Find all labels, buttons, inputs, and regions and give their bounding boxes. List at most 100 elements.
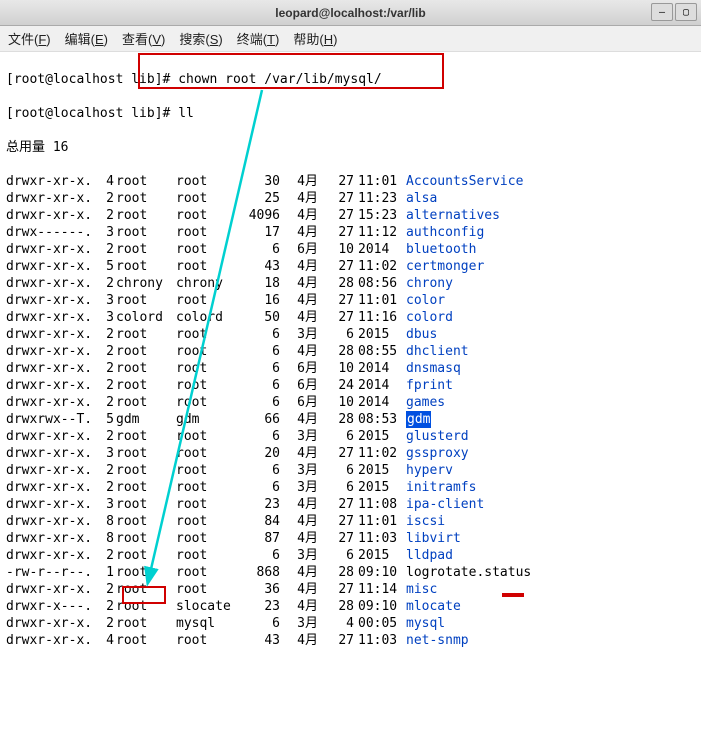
file-name: libvirt bbox=[406, 530, 461, 547]
owner: gdm bbox=[116, 411, 176, 428]
group: root bbox=[176, 360, 238, 377]
listing-row: drwxr-xr-x.2 rootroot66月24 2014fprint bbox=[6, 377, 695, 394]
perm: drwxr-xr-x. bbox=[6, 173, 94, 190]
day: 27 bbox=[318, 207, 358, 224]
month: 3月 bbox=[280, 428, 318, 445]
perm: drwxr-xr-x. bbox=[6, 479, 94, 496]
command: ll bbox=[178, 105, 194, 122]
file-name: AccountsService bbox=[406, 173, 523, 190]
group: root bbox=[176, 445, 238, 462]
file-name: dnsmasq bbox=[406, 360, 461, 377]
perm: drwxr-xr-x. bbox=[6, 343, 94, 360]
menu-item-v[interactable]: 查看(V) bbox=[122, 29, 165, 48]
day: 10 bbox=[318, 241, 358, 258]
terminal[interactable]: [root@localhost lib]# chown root /var/li… bbox=[0, 52, 701, 736]
owner: root bbox=[116, 598, 176, 615]
size: 25 bbox=[238, 190, 280, 207]
maximize-button[interactable]: ▢ bbox=[675, 3, 697, 21]
perm: drwxr-xr-x. bbox=[6, 428, 94, 445]
links: 3 bbox=[94, 224, 116, 241]
listing-row: drwxr-xr-x.2 rootmysql63月4 00:05mysql bbox=[6, 615, 695, 632]
owner: root bbox=[116, 581, 176, 598]
size: 36 bbox=[238, 581, 280, 598]
listing-row: drwxr-xr-x.2 rootroot63月6 2015initramfs bbox=[6, 479, 695, 496]
listing-row: drwxr-xr-x.3 rootroot204月27 11:02gssprox… bbox=[6, 445, 695, 462]
owner: root bbox=[116, 377, 176, 394]
links: 2 bbox=[94, 581, 116, 598]
links: 2 bbox=[94, 394, 116, 411]
size: 6 bbox=[238, 377, 280, 394]
links: 2 bbox=[94, 190, 116, 207]
month: 4月 bbox=[280, 275, 318, 292]
listing-row: drwxr-xr-x.2 rootroot66月10 2014bluetooth bbox=[6, 241, 695, 258]
menu-item-e[interactable]: 编辑(E) bbox=[65, 29, 108, 48]
file-name: certmonger bbox=[406, 258, 484, 275]
time: 08:56 bbox=[358, 275, 406, 292]
perm: drwxr-xr-x. bbox=[6, 547, 94, 564]
menu-item-h[interactable]: 帮助(H) bbox=[293, 29, 337, 48]
month: 3月 bbox=[280, 547, 318, 564]
size: 6 bbox=[238, 394, 280, 411]
links: 8 bbox=[94, 530, 116, 547]
time: 11:08 bbox=[358, 496, 406, 513]
perm: drwxr-xr-x. bbox=[6, 496, 94, 513]
listing-row: drwxr-xr-x.8 rootroot874月27 11:03libvirt bbox=[6, 530, 695, 547]
size: 6 bbox=[238, 360, 280, 377]
size: 6 bbox=[238, 462, 280, 479]
group: mysql bbox=[176, 615, 238, 632]
group: root bbox=[176, 530, 238, 547]
owner: root bbox=[116, 632, 176, 649]
listing-row: drwxr-xr-x.4 rootroot304月27 11:01Account… bbox=[6, 173, 695, 190]
menu-item-s[interactable]: 搜索(S) bbox=[179, 29, 222, 48]
menu-item-f[interactable]: 文件(F) bbox=[8, 29, 51, 48]
prompt-line-1: [root@localhost lib]# chown root /var/li… bbox=[6, 71, 695, 88]
month: 4月 bbox=[280, 632, 318, 649]
listing-row: -rw-r--r--.1 rootroot8684月28 09:10logrot… bbox=[6, 564, 695, 581]
day: 6 bbox=[318, 428, 358, 445]
size: 87 bbox=[238, 530, 280, 547]
file-name: misc bbox=[406, 581, 437, 598]
month: 4月 bbox=[280, 190, 318, 207]
month: 4月 bbox=[280, 173, 318, 190]
day: 28 bbox=[318, 564, 358, 581]
group: colord bbox=[176, 309, 238, 326]
listing-row: drwxr-xr-x.2 rootroot66月10 2014games bbox=[6, 394, 695, 411]
day: 27 bbox=[318, 581, 358, 598]
time: 2014 bbox=[358, 377, 406, 394]
time: 11:14 bbox=[358, 581, 406, 598]
command: chown root /var/lib/mysql/ bbox=[178, 71, 382, 88]
listing-row: drwxr-xr-x.3 rootroot234月27 11:08ipa-cli… bbox=[6, 496, 695, 513]
minimize-button[interactable]: — bbox=[651, 3, 673, 21]
month: 4月 bbox=[280, 292, 318, 309]
time: 11:01 bbox=[358, 513, 406, 530]
listing-row: drwxr-xr-x.2 chronychrony184月28 08:56chr… bbox=[6, 275, 695, 292]
listing-row: drwx------.3 rootroot174月27 11:12authcon… bbox=[6, 224, 695, 241]
group: root bbox=[176, 479, 238, 496]
menu-item-t[interactable]: 终端(T) bbox=[237, 29, 280, 48]
time: 2015 bbox=[358, 428, 406, 445]
perm: drwxr-xr-x. bbox=[6, 581, 94, 598]
group: root bbox=[176, 173, 238, 190]
time: 11:01 bbox=[358, 292, 406, 309]
owner: root bbox=[116, 241, 176, 258]
owner: root bbox=[116, 173, 176, 190]
links: 5 bbox=[94, 258, 116, 275]
owner: root bbox=[116, 207, 176, 224]
owner: root bbox=[116, 224, 176, 241]
perm: drwxr-x---. bbox=[6, 598, 94, 615]
owner: root bbox=[116, 513, 176, 530]
group: root bbox=[176, 377, 238, 394]
day: 28 bbox=[318, 598, 358, 615]
month: 3月 bbox=[280, 326, 318, 343]
perm: -rw-r--r--. bbox=[6, 564, 94, 581]
month: 4月 bbox=[280, 530, 318, 547]
file-name: logrotate.status bbox=[406, 564, 531, 581]
owner: root bbox=[116, 326, 176, 343]
day: 6 bbox=[318, 462, 358, 479]
links: 2 bbox=[94, 479, 116, 496]
time: 08:53 bbox=[358, 411, 406, 428]
links: 3 bbox=[94, 496, 116, 513]
perm: drwxr-xr-x. bbox=[6, 394, 94, 411]
perm: drwxr-xr-x. bbox=[6, 377, 94, 394]
perm: drwxr-xr-x. bbox=[6, 292, 94, 309]
